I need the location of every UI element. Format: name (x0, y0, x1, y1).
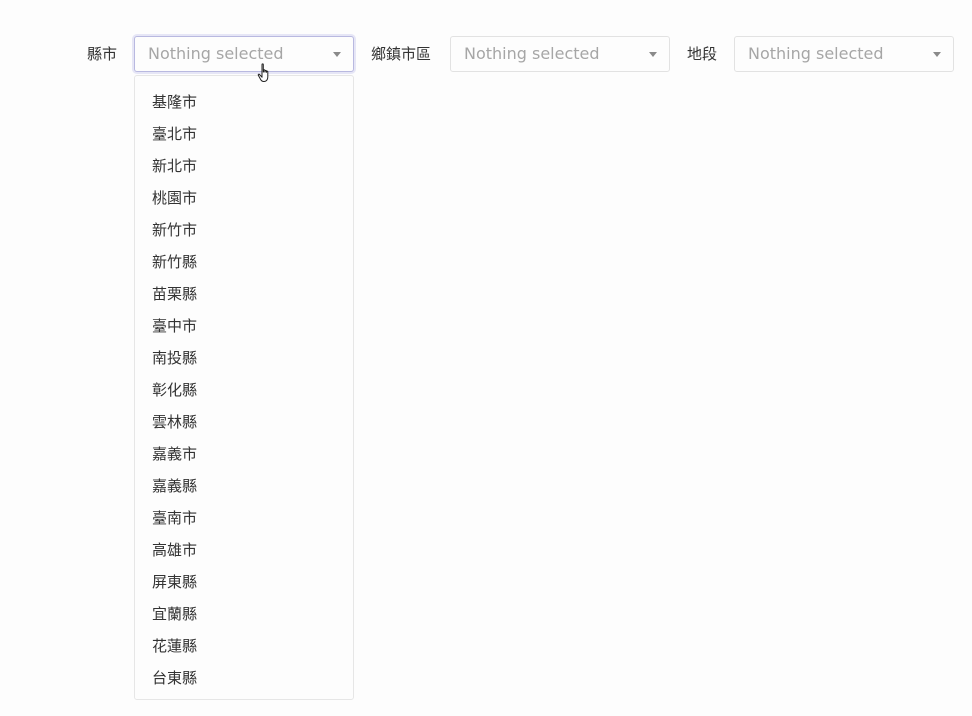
township-select[interactable]: Nothing selected (450, 36, 670, 72)
chevron-down-icon (933, 52, 941, 57)
county-label: 縣市 (87, 45, 118, 63)
chevron-down-icon (333, 52, 341, 57)
township-select-value: Nothing selected (464, 44, 600, 63)
dropdown-option[interactable]: 台東縣 (135, 662, 353, 694)
county-select[interactable]: Nothing selected (134, 36, 354, 72)
dropdown-option[interactable]: 雲林縣 (135, 406, 353, 438)
chevron-down-icon (649, 52, 657, 57)
dropdown-option[interactable]: 高雄市 (135, 534, 353, 566)
dropdown-option[interactable]: 宜蘭縣 (135, 598, 353, 630)
hand-pointer-icon (257, 63, 269, 82)
dropdown-option[interactable]: 臺北市 (135, 118, 353, 150)
dropdown-option[interactable]: 苗栗縣 (135, 278, 353, 310)
dropdown-option[interactable]: 屏東縣 (135, 566, 353, 598)
dropdown-option[interactable]: 嘉義市 (135, 438, 353, 470)
township-label: 鄉鎮市區 (371, 45, 432, 63)
dropdown-option[interactable]: 臺中市 (135, 310, 353, 342)
section-select-value: Nothing selected (748, 44, 884, 63)
county-dropdown-menu: 基隆市 臺北市 新北市 桃園市 新竹市 新竹縣 苗栗縣 臺中市 南投縣 彰化縣 … (134, 75, 354, 700)
dropdown-option[interactable]: 臺南市 (135, 502, 353, 534)
dropdown-option[interactable]: 桃園市 (135, 182, 353, 214)
filter-toolbar: 縣市 Nothing selected 鄉鎮市區 Nothing selecte… (0, 36, 972, 72)
section-select[interactable]: Nothing selected (734, 36, 954, 72)
dropdown-option[interactable]: 嘉義縣 (135, 470, 353, 502)
dropdown-option[interactable]: 彰化縣 (135, 374, 353, 406)
section-label: 地段 (687, 45, 718, 63)
dropdown-option[interactable]: 新北市 (135, 150, 353, 182)
dropdown-option[interactable]: 南投縣 (135, 342, 353, 374)
dropdown-option[interactable]: 新竹縣 (135, 246, 353, 278)
dropdown-option[interactable]: 基隆市 (135, 86, 353, 118)
dropdown-option[interactable]: 新竹市 (135, 214, 353, 246)
dropdown-option[interactable]: 花蓮縣 (135, 630, 353, 662)
